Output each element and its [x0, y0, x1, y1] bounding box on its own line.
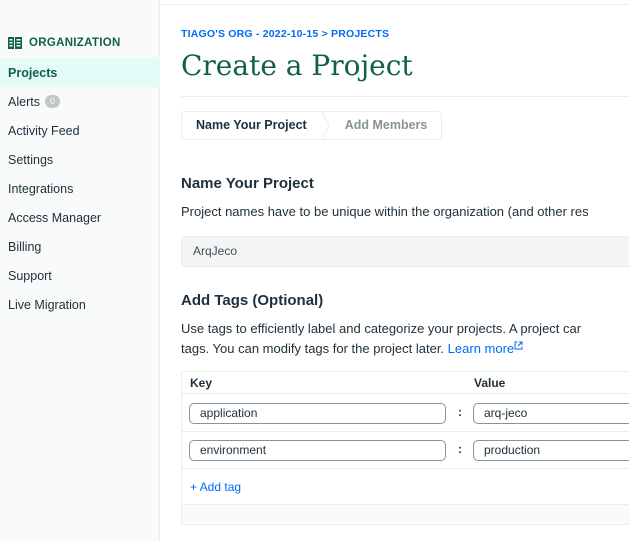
sidebar-item-integrations[interactable]: Integrations [0, 174, 160, 203]
org-header: ORGANIZATION [8, 36, 121, 50]
tag-value-input[interactable]: arq-jeco [473, 403, 629, 424]
sidebar-item-label: Settings [8, 152, 54, 167]
tags-table-header: Key Value [182, 372, 629, 394]
tags-table-footer [182, 504, 629, 524]
tags-table: Key Value application : arq-jeco environ… [181, 371, 629, 525]
sidebar-item-billing[interactable]: Billing [0, 232, 160, 261]
tags-description-line1: Use tags to efficiently label and catego… [181, 321, 582, 336]
sidebar-item-label: Integrations [8, 181, 74, 196]
key-value-separator: : [458, 405, 462, 419]
sidebar-item-alerts[interactable]: Alerts 0 [0, 87, 160, 116]
sidebar-nav: Projects Alerts 0 Activity Feed Settings… [0, 58, 160, 319]
name-section-description: Project names have to be unique within t… [181, 204, 589, 219]
key-column-header: Key [190, 376, 213, 390]
tag-key-input[interactable]: application [189, 403, 446, 424]
tag-key-input[interactable]: environment [189, 440, 446, 461]
sidebar-item-live-migration[interactable]: Live Migration [0, 290, 160, 319]
org-label: ORGANIZATION [29, 37, 121, 49]
learn-more-label: Learn more [447, 341, 515, 356]
sidebar-item-label: Billing [8, 239, 42, 254]
tags-description-text: tags. You can modify tags for the projec… [181, 341, 445, 356]
sidebar-item-label: Access Manager [8, 210, 102, 225]
wizard-stepper: Name Your Project Add Members [181, 111, 443, 140]
sidebar-item-projects[interactable]: Projects [0, 58, 160, 87]
key-value-separator: : [458, 442, 462, 456]
sidebar: ORGANIZATION Projects Alerts 0 Activity … [0, 0, 160, 541]
tag-row: environment : production [182, 432, 629, 469]
alerts-count-badge: 0 [44, 95, 60, 108]
sidebar-item-access-manager[interactable]: Access Manager [0, 203, 160, 232]
sidebar-item-label: Support [8, 268, 52, 283]
main-content: TIAGO'S ORG - 2022-10-15 > PROJECTS Crea… [181, 0, 629, 541]
sidebar-item-activity-feed[interactable]: Activity Feed [0, 116, 160, 145]
tags-description-line2: tags. You can modify tags for the projec… [181, 339, 523, 359]
sidebar-item-support[interactable]: Support [0, 261, 160, 290]
step-name-your-project: Name Your Project [196, 118, 307, 132]
sidebar-item-label: Alerts [8, 94, 40, 109]
sidebar-item-label: Live Migration [8, 297, 86, 312]
value-column-header: Value [474, 376, 506, 390]
building-icon [8, 37, 22, 49]
tag-value-input[interactable]: production [473, 440, 629, 461]
sidebar-item-settings[interactable]: Settings [0, 145, 160, 174]
add-tag-button[interactable]: + Add tag [190, 480, 241, 494]
page-title: Create a Project [181, 49, 413, 82]
learn-more-link[interactable]: Learn more [448, 341, 523, 356]
title-divider [181, 96, 629, 97]
sidebar-item-label: Activity Feed [8, 123, 80, 138]
breadcrumb[interactable]: TIAGO'S ORG - 2022-10-15 > PROJECTS [181, 28, 389, 40]
chevron-right-icon [321, 112, 331, 139]
tag-row: application : arq-jeco [182, 395, 629, 432]
external-link-icon [514, 341, 523, 350]
tags-section-heading: Add Tags (Optional) [181, 292, 324, 309]
sidebar-item-label: Projects [8, 65, 58, 80]
project-name-input[interactable]: ArqJeco [181, 236, 629, 267]
name-section-heading: Name Your Project [181, 175, 314, 192]
step-add-members: Add Members [344, 118, 428, 132]
